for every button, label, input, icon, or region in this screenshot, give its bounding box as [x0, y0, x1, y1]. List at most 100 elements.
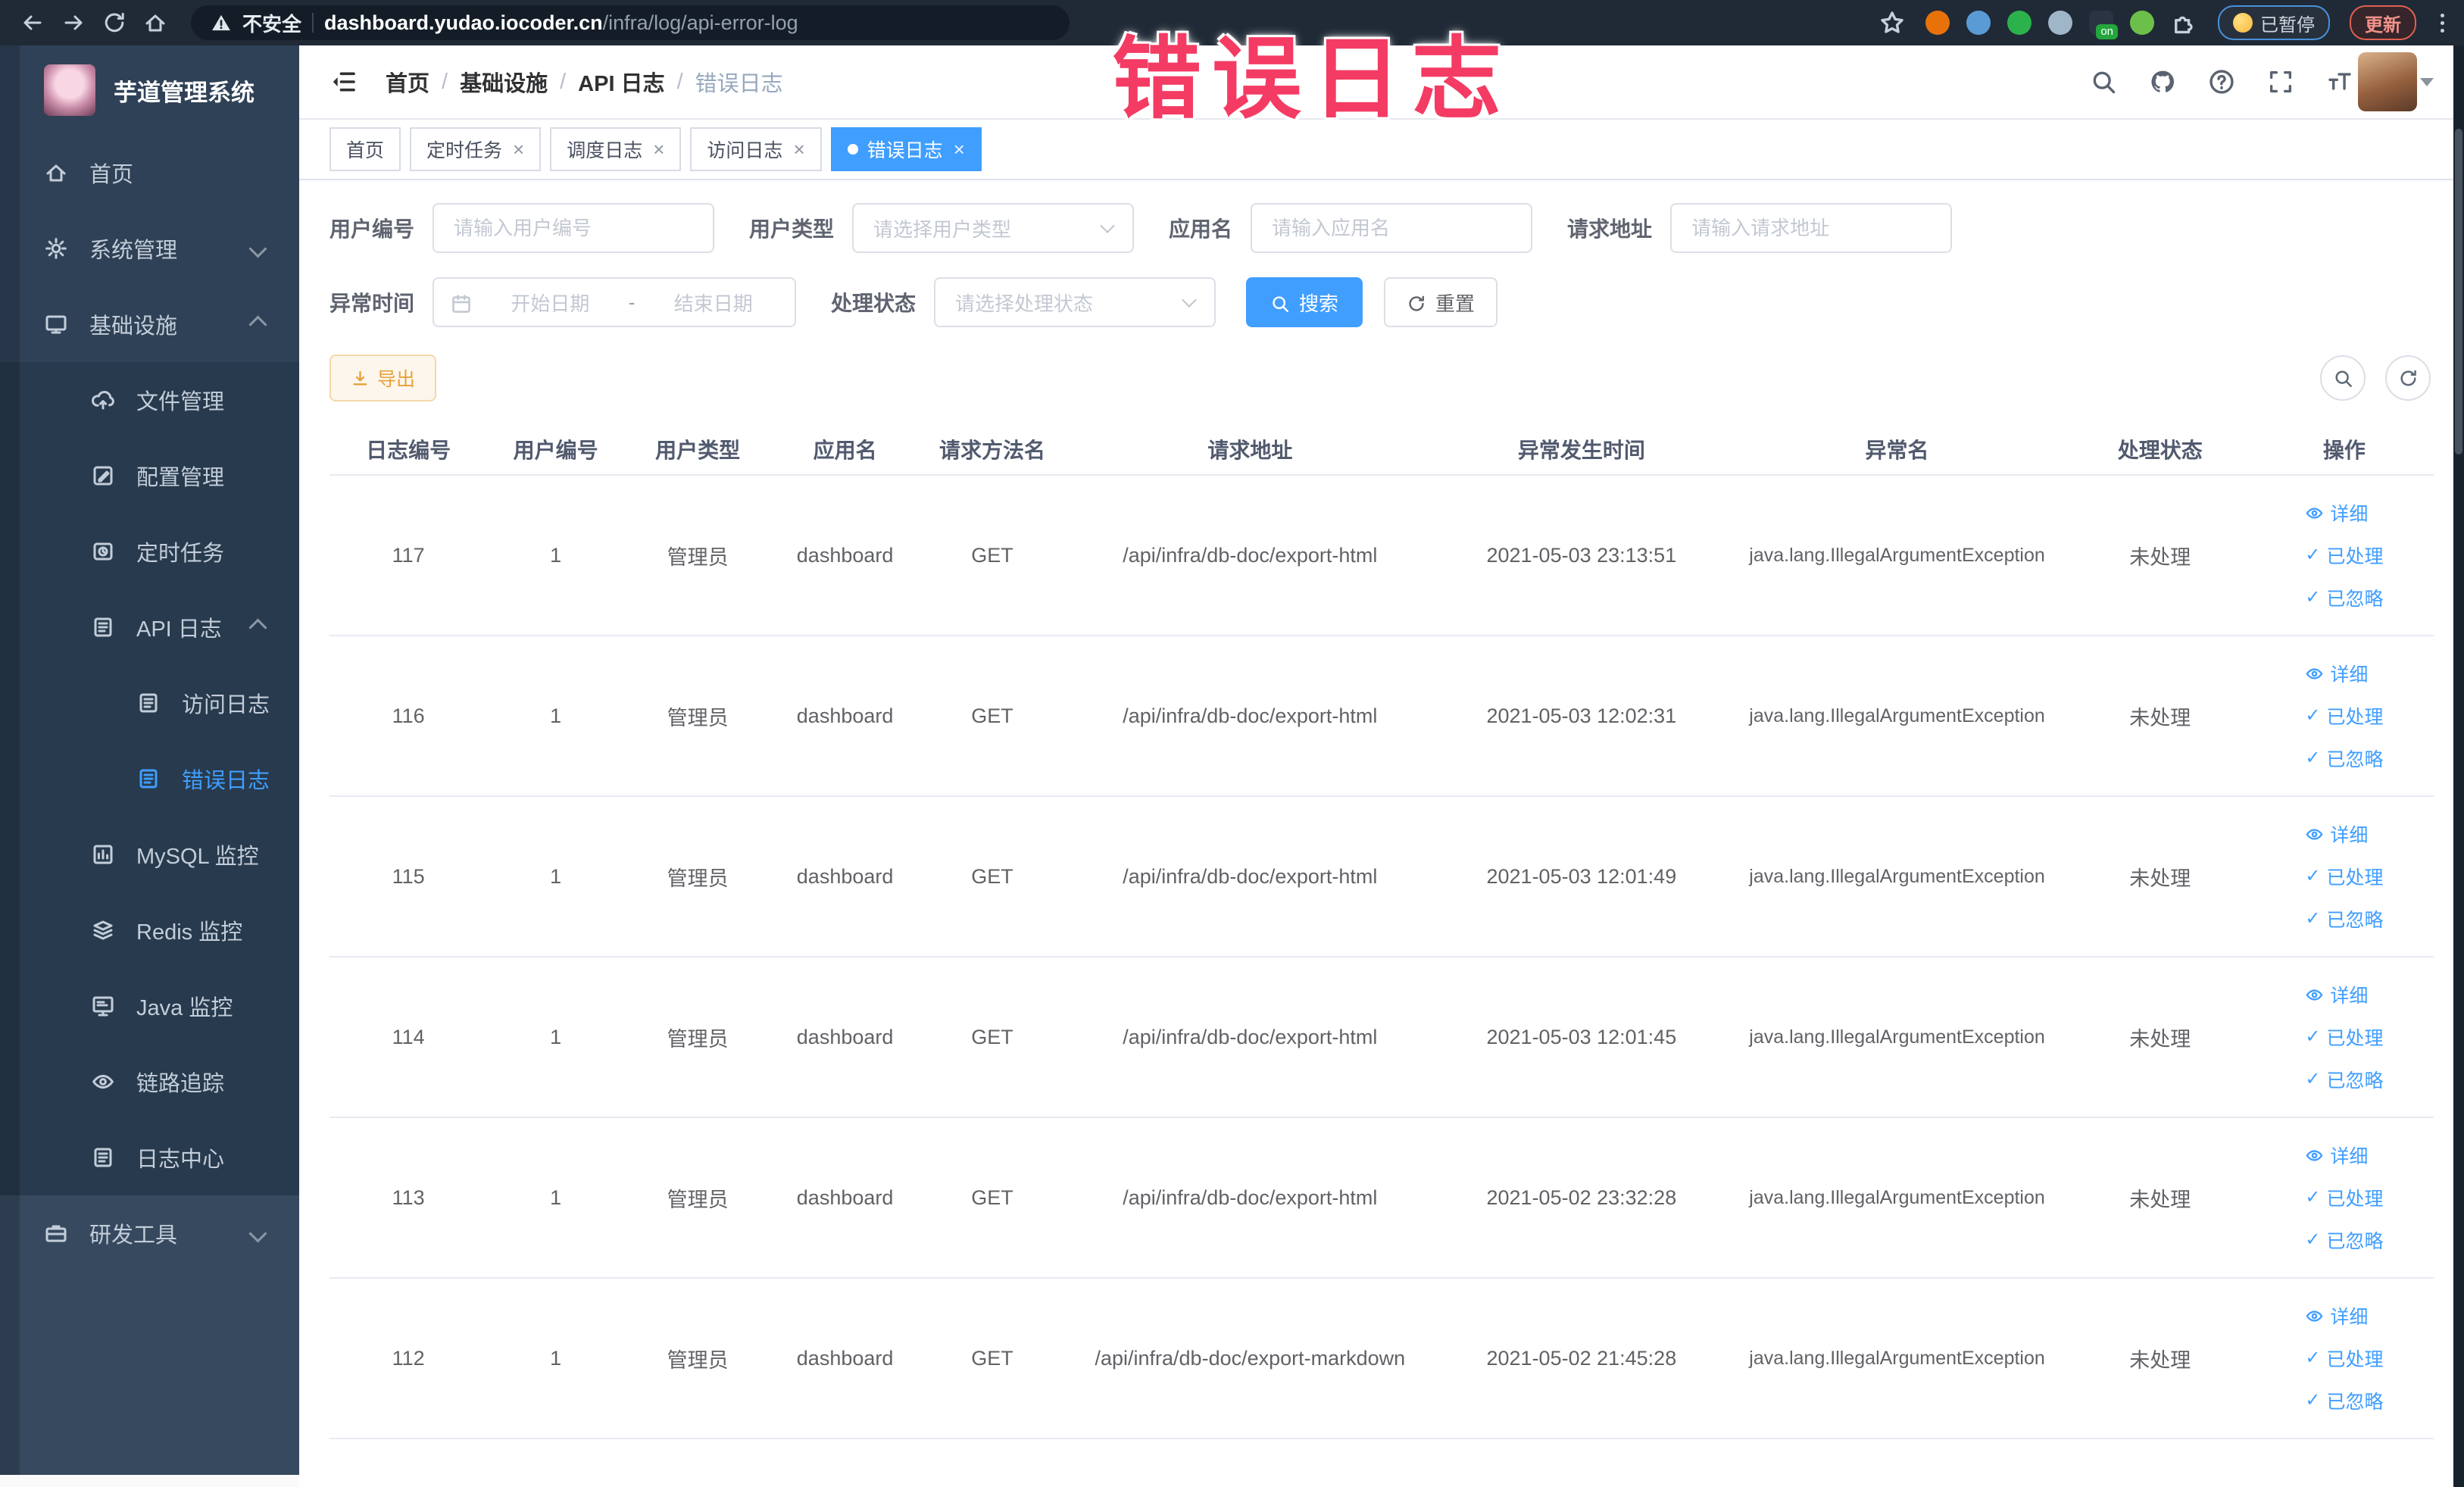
search-button[interactable]: 搜索 — [1246, 277, 1363, 327]
mark-ignored-link[interactable]: ✓ 已忽略 — [2305, 1066, 2383, 1093]
column-header: 操作 — [2254, 424, 2434, 476]
cell: /api/infra/db-doc/export-html — [1066, 1117, 1435, 1279]
cell: GET — [918, 1117, 1066, 1279]
sidebar-item[interactable]: Java 监控 — [0, 968, 299, 1044]
app-name-label: 应用名 — [1169, 217, 1233, 241]
breadcrumb-item[interactable]: 首页 — [386, 66, 429, 98]
reload-button[interactable] — [97, 5, 132, 40]
user-id-input[interactable] — [433, 203, 715, 253]
cell: 117 — [329, 475, 488, 636]
window-scrollbar[interactable] — [2453, 45, 2464, 1487]
ext-shield-icon[interactable] — [1966, 11, 1991, 35]
sidebar-item[interactable]: 文件管理 — [0, 362, 299, 438]
tab-0[interactable]: 首页 — [329, 127, 401, 171]
browser-menu-button[interactable] — [2436, 13, 2449, 33]
sidebar-item[interactable]: 配置管理 — [0, 438, 299, 514]
mark-processed-link[interactable]: ✓ 已处理 — [2305, 542, 2383, 569]
scrollbar-thumb[interactable] — [2455, 129, 2462, 455]
bookmark-star-button[interactable] — [1878, 9, 1906, 36]
font-size-button[interactable] — [2326, 68, 2353, 95]
sidebar-item[interactable]: 日志中心 — [0, 1120, 299, 1195]
user-avatar[interactable] — [2358, 52, 2417, 111]
export-button[interactable]: 导出 — [329, 355, 437, 401]
search-button[interactable] — [2090, 68, 2117, 95]
exception-time-range-picker[interactable]: 开始日期 - 结束日期 — [433, 277, 797, 327]
paused-badge[interactable]: 已暂停 — [2218, 5, 2330, 40]
check-icon: ✓ — [2305, 545, 2321, 565]
cell: 1 — [487, 475, 624, 636]
arrow-right-button[interactable] — [56, 5, 91, 40]
ext-on-toggle-icon[interactable]: on — [2089, 11, 2118, 39]
sidebar-item[interactable]: Redis 监控 — [0, 892, 299, 968]
cell: 未处理 — [2065, 636, 2255, 797]
breadcrumb-item[interactable]: 基础设施 — [460, 66, 548, 98]
refresh-icon — [2400, 370, 2416, 386]
detail-link[interactable]: 详细 — [2305, 499, 2368, 526]
app-logo[interactable]: 芋道管理系统 — [0, 45, 299, 135]
mark-ignored-link[interactable]: ✓ 已忽略 — [2305, 745, 2383, 772]
ext-green-icon[interactable] — [2007, 11, 2031, 35]
fullscreen-button[interactable] — [2267, 68, 2294, 95]
detail-link[interactable]: 详细 — [2305, 1302, 2368, 1329]
update-button[interactable]: 更新 — [2350, 5, 2416, 40]
address-bar[interactable]: 不安全 dashboard.yudao.iocoder.cn/infra/log… — [191, 5, 1070, 40]
mark-ignored-link[interactable]: ✓ 已忽略 — [2305, 584, 2383, 611]
eye-icon — [2306, 1310, 2323, 1322]
sidebar-collapse-button[interactable] — [329, 67, 358, 96]
sidebar-item[interactable]: 研发工具 — [0, 1195, 299, 1271]
sidebar-item[interactable]: 基础设施 — [0, 286, 299, 362]
tab-2[interactable]: 调度日志 × — [550, 127, 682, 171]
mark-processed-link[interactable]: ✓ 已处理 — [2305, 1023, 2383, 1051]
close-icon[interactable]: × — [653, 138, 664, 161]
mark-ignored-link[interactable]: ✓ 已忽略 — [2305, 905, 2383, 932]
help-button[interactable] — [2208, 68, 2235, 95]
arrow-left-button[interactable] — [15, 5, 50, 40]
tab-4[interactable]: 错误日志 × — [830, 127, 982, 171]
caret-down-icon[interactable] — [2420, 77, 2434, 86]
sidebar-item[interactable]: 定时任务 — [0, 514, 299, 589]
column-header: 异常发生时间 — [1434, 424, 1729, 476]
app-name-input[interactable] — [1251, 203, 1533, 253]
close-icon[interactable]: × — [513, 138, 524, 161]
mark-processed-link[interactable]: ✓ 已处理 — [2305, 1345, 2383, 1372]
mark-processed-link[interactable]: ✓ 已处理 — [2305, 863, 2383, 890]
detail-link[interactable]: 详细 — [2305, 1142, 2368, 1169]
refresh-button[interactable] — [2385, 355, 2431, 401]
tab-1[interactable]: 定时任务 × — [410, 127, 542, 171]
sidebar-item[interactable]: API 日志 — [0, 589, 299, 665]
sidebar-item[interactable]: 系统管理 — [0, 211, 299, 286]
mark-processed-link[interactable]: ✓ 已处理 — [2305, 1184, 2383, 1211]
close-icon[interactable]: × — [954, 138, 965, 161]
home-button[interactable] — [138, 5, 173, 40]
user-type-select[interactable]: 请选择用户类型 — [852, 203, 1135, 253]
reload-icon — [105, 12, 124, 33]
sidebar-item[interactable]: 链路追踪 — [0, 1044, 299, 1120]
mark-processed-link[interactable]: ✓ 已处理 — [2305, 702, 2383, 729]
extensions-puzzle-button[interactable] — [2171, 9, 2198, 36]
breadcrumb-item[interactable]: API 日志 — [578, 66, 664, 98]
request-url-input[interactable] — [1670, 203, 1953, 253]
check-icon: ✓ — [2305, 908, 2321, 929]
reset-button[interactable]: 重置 — [1384, 277, 1498, 327]
github-button[interactable] — [2149, 68, 2176, 95]
tab-3[interactable]: 访问日志 × — [690, 127, 822, 171]
detail-link[interactable]: 详细 — [2305, 981, 2368, 1008]
sidebar-item[interactable]: MySQL 监控 — [0, 817, 299, 892]
actions-cell: 详细 ✓ 已处理 ✓ 已忽略 — [2254, 1278, 2434, 1439]
ext-grid-icon[interactable] — [2048, 11, 2072, 35]
detail-link[interactable]: 详细 — [2305, 820, 2368, 848]
ext-orange-icon[interactable] — [1925, 11, 1950, 35]
sidebar-item[interactable]: 首页 — [0, 135, 299, 211]
tag-tabs-bar: 首页 定时任务 × 调度日志 × 访问日志 × 错误日志 × — [299, 120, 2464, 180]
sidebar-item[interactable]: 访问日志 — [0, 665, 299, 741]
mark-ignored-link[interactable]: ✓ 已忽略 — [2305, 1226, 2383, 1254]
cell: dashboard — [771, 1117, 919, 1279]
ext-leaf-icon[interactable] — [2130, 11, 2154, 35]
sidebar-item[interactable]: 错误日志 — [0, 741, 299, 817]
close-icon[interactable]: × — [793, 138, 804, 161]
check-icon: ✓ — [2305, 866, 2321, 886]
mark-ignored-link[interactable]: ✓ 已忽略 — [2305, 1387, 2383, 1414]
process-status-select[interactable]: 请选择处理状态 — [934, 277, 1216, 327]
toggle-search-button[interactable] — [2320, 355, 2366, 401]
detail-link[interactable]: 详细 — [2305, 660, 2368, 687]
